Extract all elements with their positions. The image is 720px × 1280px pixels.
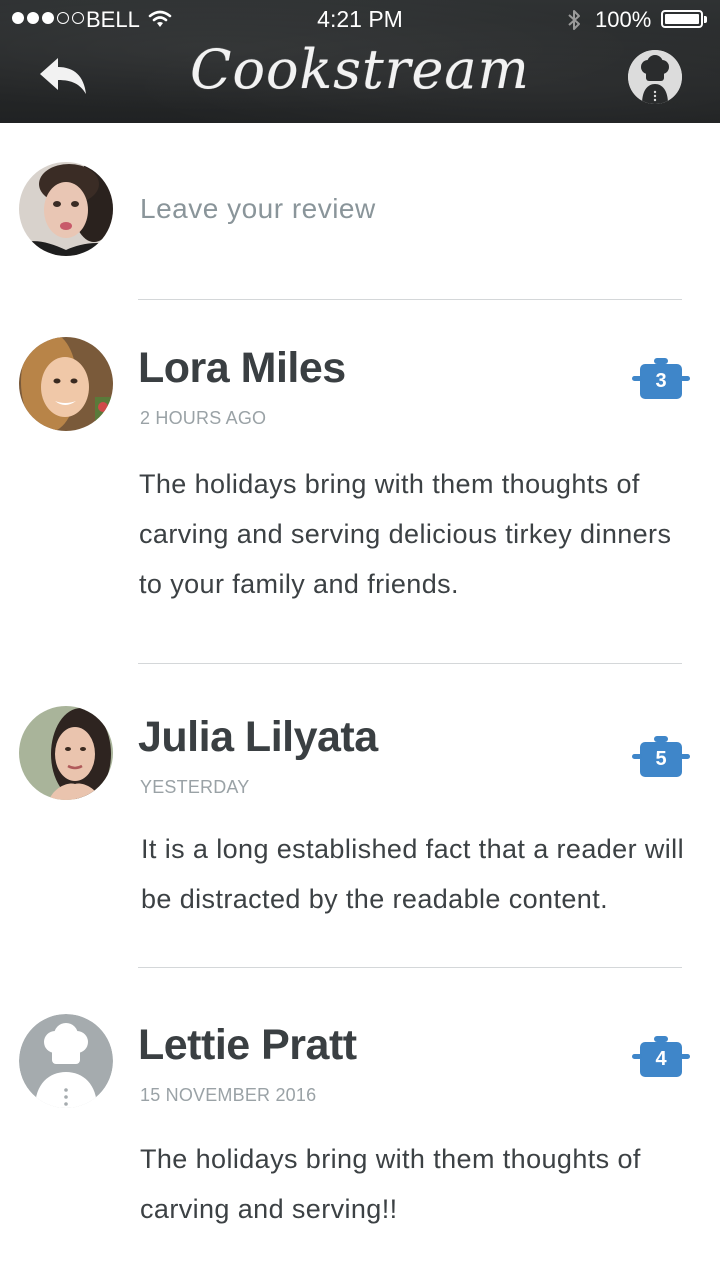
app-title: Cookstream xyxy=(190,38,530,101)
rating-badge[interactable]: 3 xyxy=(632,356,690,402)
default-chef-avatar-icon xyxy=(19,1014,113,1108)
divider xyxy=(138,299,682,300)
status-bar: BELL 4:21 PM 100% xyxy=(0,0,720,40)
reviewer-avatar[interactable] xyxy=(19,706,113,800)
chef-hat-icon xyxy=(628,50,682,104)
rating-value: 3 xyxy=(655,370,667,392)
review-text: The holidays bring with them thoughts of… xyxy=(139,469,672,599)
divider xyxy=(138,967,682,968)
divider xyxy=(138,663,682,664)
rating-badge[interactable]: 4 xyxy=(632,1034,690,1080)
review-text: The holidays bring with them thoughts of… xyxy=(140,1144,641,1224)
current-user-avatar[interactable] xyxy=(19,162,113,256)
reviewer-name: Julia Lilyata xyxy=(138,713,378,761)
review-time: 2 HOURS AGO xyxy=(140,408,267,428)
app-header: BELL 4:21 PM 100% Cookstream xyxy=(0,0,720,123)
battery-icon xyxy=(661,10,707,28)
reviewer-name: Lettie Pratt xyxy=(138,1021,357,1069)
review-text: It is a long established fact that a rea… xyxy=(141,834,684,914)
reviewer-avatar[interactable] xyxy=(19,337,113,431)
battery-percentage: 100% xyxy=(595,7,652,32)
rating-value: 4 xyxy=(655,1048,667,1070)
reviewer-avatar[interactable] xyxy=(19,1014,113,1108)
bluetooth-icon xyxy=(566,8,582,38)
reviewer-name: Lora Miles xyxy=(138,344,346,392)
rating-badge[interactable]: 5 xyxy=(632,734,690,780)
review-time: 15 NOVEMBER 2016 xyxy=(140,1085,317,1105)
profile-button[interactable] xyxy=(628,50,682,104)
rating-value: 5 xyxy=(655,748,667,770)
review-time: YESTERDAY xyxy=(140,777,250,797)
leave-review-input[interactable]: Leave your review xyxy=(140,193,376,225)
